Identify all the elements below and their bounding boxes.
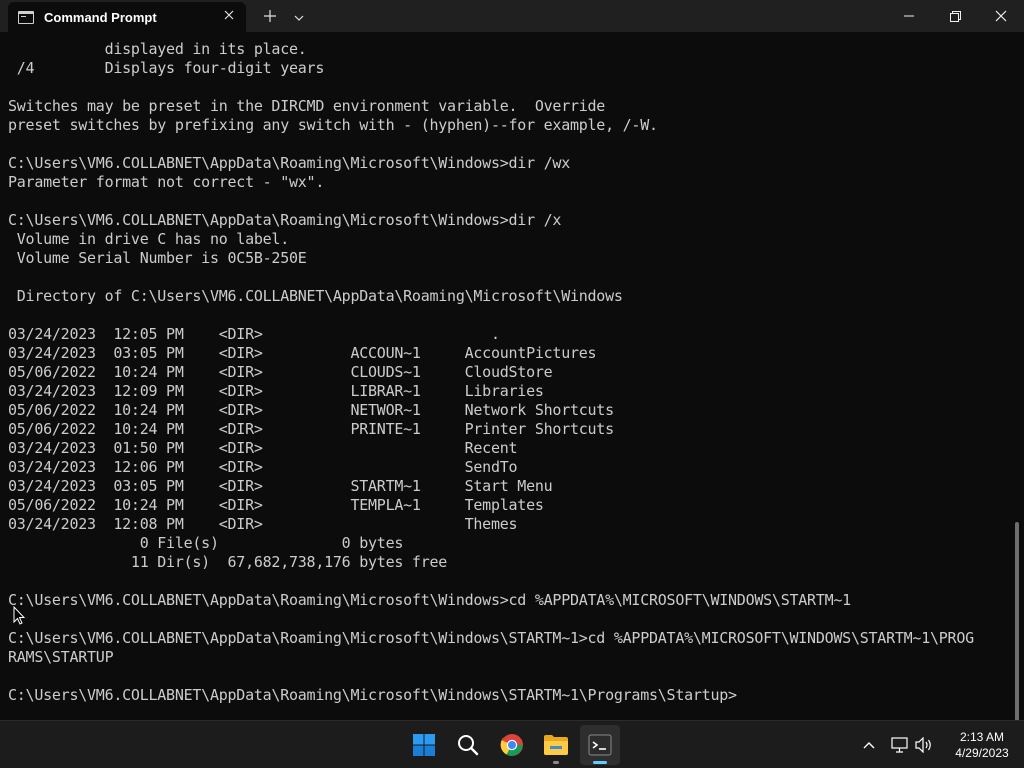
folder-icon (544, 735, 568, 755)
clock-date: 4/29/2023 (955, 746, 1009, 760)
chrome-icon (500, 734, 523, 756)
search-button[interactable] (448, 725, 488, 765)
terminal-icon (588, 734, 612, 756)
terminal-button[interactable] (580, 725, 620, 765)
search-icon (458, 735, 479, 756)
close-tab-button[interactable] (218, 5, 240, 27)
tab-title: Command Prompt (44, 10, 157, 25)
network-icon (891, 737, 908, 753)
app-running-indicator (553, 761, 559, 764)
clock[interactable]: 2:13 AM 4/29/2023 (944, 729, 1020, 761)
app-active-indicator (593, 761, 607, 764)
close-icon (995, 10, 1007, 22)
mouse-pointer-icon (13, 606, 25, 625)
windows-logo-icon (413, 734, 435, 756)
terminal-console[interactable]: displayed in its place. /4 Displays four… (0, 32, 1024, 720)
scrollbar-thumb[interactable] (1015, 522, 1019, 720)
tab-command-prompt[interactable]: Command Prompt (8, 2, 246, 32)
terminal-output: displayed in its place. /4 Displays four… (8, 40, 974, 704)
show-hidden-icons-button[interactable] (856, 721, 882, 768)
clock-time: 2:13 AM (959, 730, 1005, 744)
chrome-button[interactable] (492, 725, 532, 765)
taskbar: 2:13 AM 4/29/2023 (0, 720, 1024, 768)
minimize-icon (904, 15, 914, 17)
volume-icon (915, 737, 931, 753)
restore-icon (949, 10, 961, 22)
new-tab-button[interactable] (258, 4, 282, 28)
close-window-button[interactable] (978, 0, 1024, 32)
close-icon (224, 10, 234, 20)
cmd-icon (18, 11, 34, 24)
maximize-button[interactable] (932, 0, 978, 32)
file-explorer-button[interactable] (536, 725, 576, 765)
minimize-button[interactable] (886, 0, 932, 32)
chevron-down-icon (294, 15, 304, 21)
quick-settings-button[interactable] (888, 721, 936, 768)
chevron-up-icon (863, 742, 875, 749)
start-button[interactable] (404, 725, 444, 765)
title-bar: Command Prompt (0, 0, 1024, 32)
tab-dropdown-button[interactable] (288, 4, 310, 28)
plus-icon (264, 10, 276, 22)
